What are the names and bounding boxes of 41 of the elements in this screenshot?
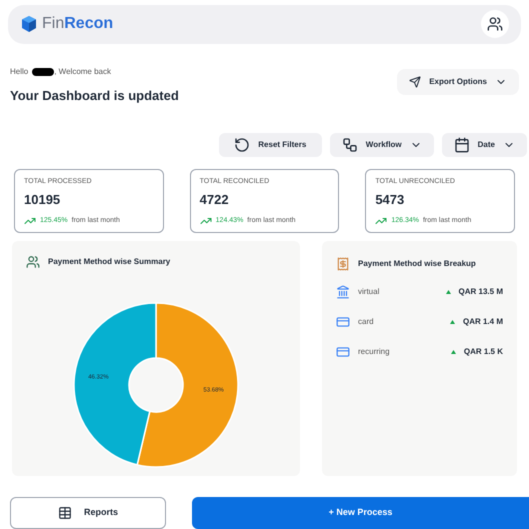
card-icon [336, 345, 350, 359]
redaction-bar [32, 68, 54, 76]
avatar-icon [487, 16, 503, 32]
table-icon [58, 506, 72, 520]
receipt-icon [336, 257, 350, 271]
panel-title: Payment Method wise Summary [48, 256, 170, 268]
group-icon [26, 255, 40, 269]
workflow-icon [342, 137, 358, 153]
triangle-up-icon [450, 320, 455, 324]
reports-button[interactable]: Reports [10, 497, 166, 529]
cube-logo-icon [20, 15, 38, 34]
stat-value: 5473 [375, 190, 406, 208]
send-icon [409, 76, 422, 88]
new-process-button[interactable]: + New Process [192, 497, 529, 529]
refresh-icon [234, 137, 250, 153]
card-icon [336, 315, 350, 329]
trend-up-icon [200, 215, 212, 227]
greeting-text: Hello [10, 66, 28, 78]
stat-value: 10195 [24, 190, 62, 208]
app-logo-text: FinRecon [42, 14, 114, 34]
payment-amount: QAR 1.4 M [462, 316, 503, 328]
payment-amount: QAR 13.5 M [458, 286, 503, 298]
greeting-text: , Welcome back [54, 66, 111, 78]
panel-title: Payment Method wise Breakup [358, 258, 476, 270]
filter-button[interactable]: Reset Filters [218, 133, 322, 157]
filter-button[interactable]: Workflow [330, 133, 434, 157]
filter-button[interactable]: Date [442, 133, 527, 157]
dashboard-title: Your Dashboard is updated [10, 86, 179, 105]
trend-up-icon [24, 215, 36, 227]
export-options-button[interactable]: Export Options [397, 68, 519, 94]
payment-method-name: card [358, 316, 374, 328]
trend-up-icon [375, 215, 388, 227]
payment-method-name: recurring [358, 346, 390, 358]
triangle-up-icon [450, 350, 456, 354]
triangle-up-icon [446, 290, 451, 294]
payment-method-name: virtual [358, 286, 380, 298]
profile-button[interactable] [481, 10, 509, 38]
payment-amount: QAR 1.5 K [464, 346, 503, 358]
bank-icon [336, 285, 350, 299]
stat-value: 4722 [200, 190, 230, 208]
calendar-icon [454, 137, 470, 153]
